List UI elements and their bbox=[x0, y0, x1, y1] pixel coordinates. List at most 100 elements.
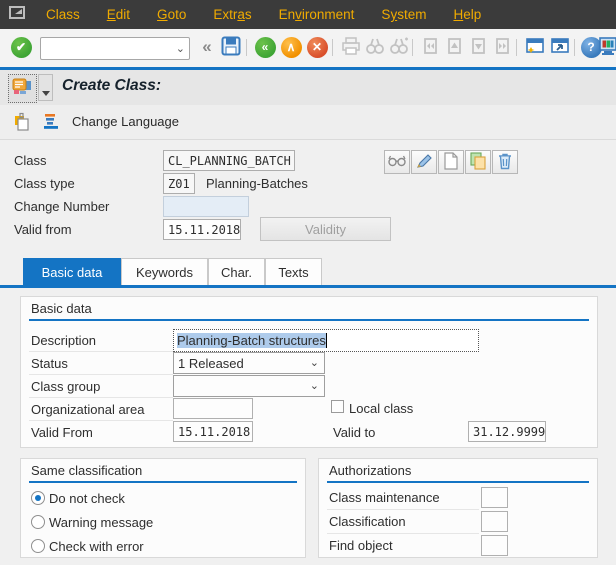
standard-toolbar: ✔ ⌄ « « ∧ ✕ bbox=[0, 29, 616, 67]
group-accent-line bbox=[327, 481, 589, 483]
customize-layout-button[interactable] bbox=[599, 36, 616, 58]
class-input[interactable]: CL_PLANNING_BATCH bbox=[163, 150, 295, 171]
title-menu-arrow-button[interactable] bbox=[38, 74, 53, 101]
change-language-icon bbox=[42, 113, 62, 134]
authorizations-group: Authorizations Class maintenance Classif… bbox=[318, 458, 598, 558]
valid-from-tab-label: Valid From bbox=[31, 425, 93, 440]
change-language-button[interactable] bbox=[40, 111, 64, 135]
radio-1-label[interactable]: Warning message bbox=[49, 515, 153, 530]
previous-page-button bbox=[444, 36, 466, 58]
copy-pages-icon bbox=[469, 152, 487, 173]
create-shortcut-icon bbox=[550, 36, 570, 59]
local-class-label: Local class bbox=[349, 401, 413, 416]
cancel-button[interactable]: ✕ bbox=[306, 36, 328, 58]
valid-from-input[interactable]: 15.11.2018 bbox=[163, 219, 241, 240]
change-number-label: Change Number bbox=[14, 199, 109, 214]
tab-basic-data[interactable]: Basic data bbox=[23, 258, 121, 285]
menu-environment[interactable]: Environment bbox=[279, 7, 355, 22]
delete-button[interactable] bbox=[492, 150, 518, 174]
save-icon bbox=[221, 36, 241, 59]
enter-check-icon: ✔ bbox=[11, 37, 32, 58]
find-object-input[interactable] bbox=[481, 535, 508, 556]
exit-button[interactable]: ∧ bbox=[280, 36, 302, 58]
new-page-icon bbox=[443, 152, 459, 173]
chevron-down-icon bbox=[42, 91, 50, 96]
last-page-icon bbox=[493, 36, 513, 59]
back-button[interactable]: « bbox=[254, 36, 276, 58]
services-for-object-icon bbox=[12, 78, 33, 100]
copy-template-button[interactable] bbox=[10, 111, 34, 135]
save-button[interactable] bbox=[220, 36, 242, 58]
menu-help[interactable]: Help bbox=[453, 7, 481, 22]
tab-keywords[interactable]: Keywords bbox=[121, 258, 208, 285]
new-session-icon bbox=[525, 36, 545, 59]
classification-input[interactable] bbox=[481, 511, 508, 532]
status-dropdown[interactable]: 1 Released ⌄ bbox=[173, 352, 325, 374]
menu-goto[interactable]: Goto bbox=[157, 7, 186, 22]
menu-system[interactable]: System bbox=[381, 7, 426, 22]
chevron-down-icon: ⌄ bbox=[310, 356, 319, 369]
description-input[interactable]: Planning-Batch structures bbox=[173, 329, 479, 352]
sap-window: Class Edit Goto Extras Environment Syste… bbox=[0, 0, 616, 565]
back-icon: « bbox=[255, 37, 276, 58]
radio-2-label[interactable]: Check with error bbox=[49, 539, 144, 554]
class-group-dropdown[interactable]: ⌄ bbox=[173, 375, 325, 397]
class-type-description: Planning-Batches bbox=[206, 176, 308, 191]
services-for-object-button[interactable] bbox=[8, 74, 37, 103]
print-icon bbox=[341, 36, 361, 59]
basic-data-group: Basic data Description Planning-Batch st… bbox=[20, 296, 598, 448]
screen-title: Create Class: bbox=[62, 77, 161, 95]
title-bar: Create Class: bbox=[0, 70, 616, 105]
first-page-button bbox=[420, 36, 442, 58]
radio-0[interactable] bbox=[31, 491, 45, 505]
org-area-input[interactable] bbox=[173, 398, 253, 419]
find-next-icon bbox=[389, 36, 409, 59]
local-class-checkbox[interactable] bbox=[331, 400, 344, 413]
next-page-button bbox=[468, 36, 490, 58]
tab-texts[interactable]: Texts bbox=[265, 258, 322, 285]
basic-data-group-title: Basic data bbox=[31, 301, 92, 316]
command-field[interactable]: ⌄ bbox=[40, 37, 190, 60]
find-object-label: Find object bbox=[329, 538, 393, 553]
create-button[interactable] bbox=[438, 150, 464, 174]
exit-icon: ∧ bbox=[281, 37, 302, 58]
validity-button: Validity bbox=[260, 217, 391, 241]
change-button[interactable] bbox=[411, 150, 437, 174]
chevron-down-icon: ⌄ bbox=[310, 379, 319, 392]
last-page-button bbox=[492, 36, 514, 58]
status-label: Status bbox=[31, 356, 68, 371]
tab-char[interactable]: Char. bbox=[208, 258, 265, 285]
find-next-button bbox=[388, 36, 410, 58]
menu-edit[interactable]: Edit bbox=[107, 7, 130, 22]
copy-template-icon bbox=[12, 112, 32, 135]
classification-label: Classification bbox=[329, 514, 406, 529]
class-maintenance-input[interactable] bbox=[481, 487, 508, 508]
change-language-label[interactable]: Change Language bbox=[72, 114, 179, 129]
group-accent-line bbox=[29, 481, 297, 483]
command-dropdown-icon[interactable]: ⌄ bbox=[176, 42, 185, 55]
class-group-label: Class group bbox=[31, 379, 100, 394]
radio-2[interactable] bbox=[31, 539, 45, 553]
system-menu-icon[interactable] bbox=[9, 6, 28, 24]
display-button[interactable] bbox=[384, 150, 410, 174]
radio-0-label[interactable]: Do not check bbox=[49, 491, 125, 506]
new-session-button[interactable] bbox=[524, 36, 546, 58]
class-type-input[interactable]: Z01 bbox=[163, 173, 195, 194]
collapse-command-button[interactable]: « bbox=[196, 36, 218, 58]
cancel-icon: ✕ bbox=[307, 37, 328, 58]
copy-button[interactable] bbox=[465, 150, 491, 174]
menu-bar: Class Edit Goto Extras Environment Syste… bbox=[0, 0, 616, 29]
description-selected-text: Planning-Batch structures bbox=[177, 333, 326, 348]
text-caret bbox=[326, 333, 327, 348]
create-shortcut-button[interactable] bbox=[549, 36, 571, 58]
tabstrip-accent-line bbox=[0, 285, 616, 288]
valid-from-tab-input[interactable]: 15.11.2018 bbox=[173, 421, 253, 442]
find-icon bbox=[365, 36, 385, 59]
enter-button[interactable]: ✔ bbox=[10, 36, 32, 58]
valid-to-input[interactable]: 31.12.9999 bbox=[468, 421, 546, 442]
application-toolbar: Change Language bbox=[0, 105, 616, 140]
authorizations-group-title: Authorizations bbox=[329, 463, 411, 478]
menu-class[interactable]: Class bbox=[46, 7, 80, 22]
menu-extras[interactable]: Extras bbox=[213, 7, 251, 22]
radio-1[interactable] bbox=[31, 515, 45, 529]
